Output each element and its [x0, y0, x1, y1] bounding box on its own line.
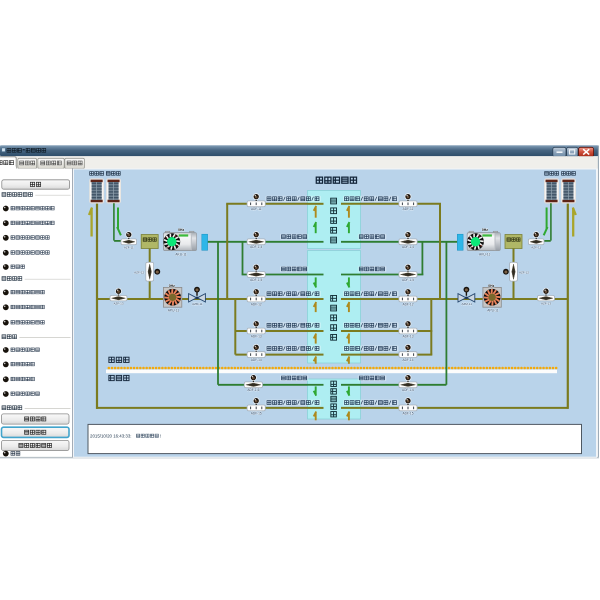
svg-text:ADF-1-4: ADF-1-4 [402, 245, 414, 249]
svg-text:APU-11: APU-11 [168, 309, 179, 313]
svg-text:AZF-11: AZF-11 [124, 245, 134, 249]
svg-text:AZM-11: AZM-11 [461, 302, 472, 306]
svg-text:ADF-15: ADF-15 [403, 411, 414, 415]
svg-text:0Hz: 0Hz [169, 284, 175, 288]
svg-text:AKU-11: AKU-11 [479, 253, 490, 257]
svg-text:AZF-12: AZF-12 [134, 270, 144, 274]
svg-text:AZF-11: AZF-11 [531, 245, 541, 249]
svg-text:ADF-1-5: ADF-1-5 [402, 278, 414, 282]
svg-text:ADF-14: ADF-14 [251, 358, 262, 362]
svg-text:ADF-13: ADF-13 [251, 334, 262, 338]
svg-text:AZF-13: AZF-13 [113, 301, 123, 305]
svg-text:AZM-11: AZM-11 [192, 302, 203, 306]
svg-text:ADF-1-5: ADF-1-5 [250, 278, 262, 282]
svg-text:!: ! [160, 434, 161, 439]
svg-text:ADF-12: ADF-12 [403, 302, 414, 306]
svg-text:ADF-11: ADF-11 [403, 207, 414, 211]
svg-text:AZF-13: AZF-13 [541, 301, 551, 305]
svg-text:2015/10/20 16:43:33:: 2015/10/20 16:43:33: [90, 434, 132, 439]
svg-text:0Hz: 0Hz [482, 228, 488, 232]
svg-text:0Hz: 0Hz [488, 284, 494, 288]
svg-text:AKU-11: AKU-11 [175, 253, 186, 257]
svg-text:ADF-13: ADF-13 [403, 334, 414, 338]
svg-text:AZF-12: AZF-12 [519, 270, 529, 274]
svg-text:ADF-15: ADF-15 [251, 411, 262, 415]
svg-text:ADF-11: ADF-11 [251, 207, 262, 211]
svg-text:0Hz: 0Hz [178, 228, 184, 232]
svg-text:ADF-1-6: ADF-1-6 [247, 388, 259, 392]
svg-text:APU-11: APU-11 [487, 309, 498, 313]
svg-text:ADF-1-4: ADF-1-4 [250, 245, 262, 249]
svg-text:ADF-12: ADF-12 [251, 302, 262, 306]
svg-text:ADF-14: ADF-14 [403, 358, 414, 362]
svg-text:ADF-1-6: ADF-1-6 [402, 388, 414, 392]
